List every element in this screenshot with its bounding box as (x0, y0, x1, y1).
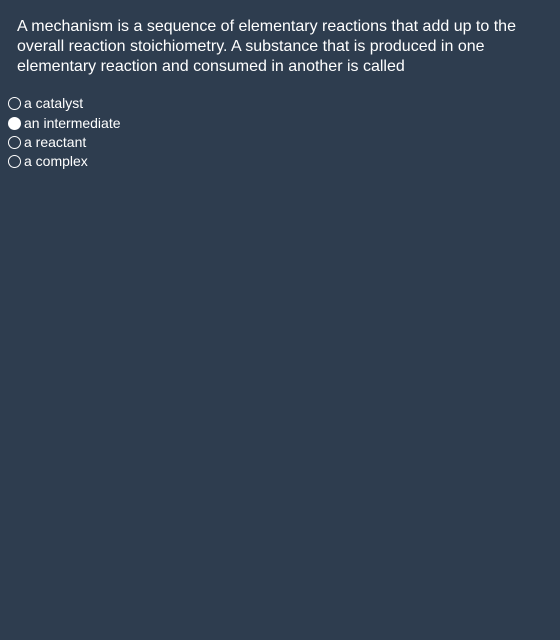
option-an-intermediate[interactable]: an intermediate (8, 114, 121, 133)
answer-options: a catalyst an intermediate a reactant a … (8, 94, 121, 171)
option-a-reactant[interactable]: a reactant (8, 133, 121, 152)
radio-button[interactable] (8, 136, 21, 149)
option-label[interactable]: a catalyst (24, 94, 83, 113)
radio-button[interactable] (8, 97, 21, 110)
option-label[interactable]: an intermediate (24, 114, 121, 133)
option-label[interactable]: a reactant (24, 133, 86, 152)
option-a-catalyst[interactable]: a catalyst (8, 94, 121, 113)
radio-button[interactable] (8, 155, 21, 168)
question-text: A mechanism is a sequence of elementary … (17, 18, 516, 75)
radio-button[interactable] (8, 117, 21, 130)
option-label[interactable]: a complex (24, 152, 88, 171)
option-a-complex[interactable]: a complex (8, 152, 121, 171)
